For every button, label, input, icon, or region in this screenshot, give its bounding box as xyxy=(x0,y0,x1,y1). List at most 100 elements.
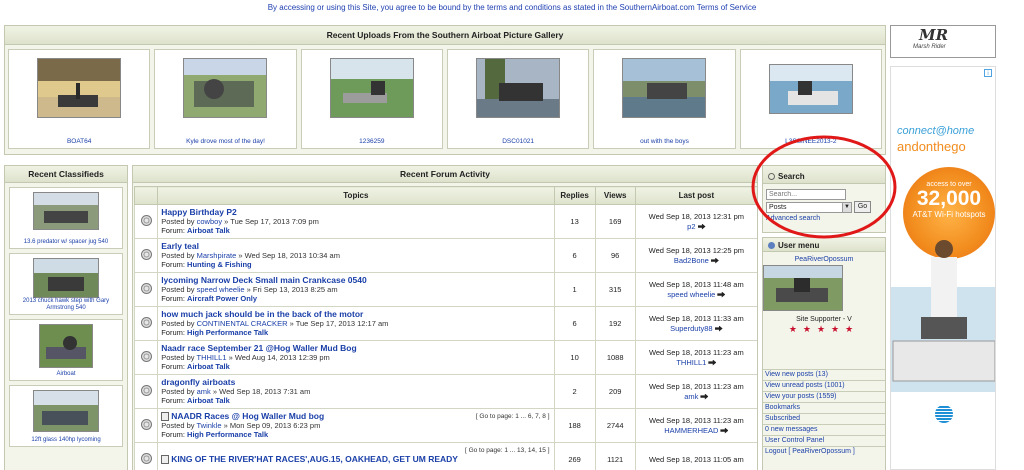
gallery-caption[interactable]: BOAT64 xyxy=(9,138,149,145)
topic-title-link[interactable]: Early teal xyxy=(161,241,199,251)
last-post-user-link[interactable]: THHILL1 xyxy=(676,358,706,367)
gallery-caption[interactable]: L3SSINEE2013-2 xyxy=(741,138,881,145)
topic-title-link[interactable]: Naadr race September 21 @Hog Waller Mud … xyxy=(161,343,357,353)
go-to-post-icon[interactable] xyxy=(717,291,726,298)
forum-link[interactable]: Aircraft Power Only xyxy=(187,294,257,303)
forum-link[interactable]: Hunting & Fishing xyxy=(187,260,252,269)
last-post-user-link[interactable]: p2 xyxy=(687,222,695,231)
last-post-user-link[interactable]: Bad2Bone xyxy=(674,256,709,265)
forum-link[interactable]: High Performance Talk xyxy=(187,328,268,337)
topic-author-link[interactable]: Twinkle xyxy=(197,421,222,430)
goto-page[interactable]: [ Go to page: 1 ... 13, 14, 15 ] xyxy=(465,446,550,455)
classified-thumbnail[interactable] xyxy=(33,258,99,298)
marsh-rider-logo[interactable]: MR Marsh Rider xyxy=(890,25,996,58)
classified-item[interactable]: 13.6 predator w/ spacer jug 540 xyxy=(9,187,123,249)
topic-title-link[interactable]: lycoming Narrow Deck Small main Crankcas… xyxy=(161,275,367,285)
subscribed-link[interactable]: Subscribed xyxy=(763,413,885,424)
user-control-panel-link[interactable]: User Control Panel xyxy=(763,435,885,446)
search-go-button[interactable]: Go xyxy=(854,201,871,213)
chevron-down-icon[interactable]: ▼ xyxy=(842,203,851,212)
last-post-user-link[interactable]: speed wheelie xyxy=(667,290,715,299)
topic-status-icon xyxy=(133,306,159,341)
topic-author-link[interactable]: amk xyxy=(197,387,211,396)
go-to-post-icon[interactable] xyxy=(697,223,706,230)
go-to-post-icon[interactable] xyxy=(708,359,717,366)
topic-title-link[interactable]: KING OF THE RIVER'HAT RACES',AUG.15, OAK… xyxy=(171,454,458,464)
view-new-posts-link[interactable]: View new posts (13) xyxy=(763,369,885,380)
gallery-thumbnail[interactable] xyxy=(183,58,268,118)
gallery-caption[interactable]: out with the boys xyxy=(594,138,734,145)
att-advertisement[interactable]: i connect@home andonthego access to over… xyxy=(890,66,996,470)
topic-author-link[interactable]: speed wheelie xyxy=(197,285,245,294)
classified-caption[interactable]: Airboat xyxy=(10,371,122,378)
gallery-caption[interactable]: Kyle drove most of the day! xyxy=(155,138,295,145)
replies-count: 1 xyxy=(553,272,596,307)
topic-author-link[interactable]: CONTINENTAL CRACKER xyxy=(197,319,288,328)
classified-item[interactable]: 2013 chuck hawk step with Gary Armstrong… xyxy=(9,253,123,315)
classified-caption[interactable]: 12ft glass 140hp lycoming xyxy=(10,437,122,444)
gallery-item[interactable]: Kyle drove most of the day! xyxy=(154,49,297,149)
last-post-cell: Wed Sep 18, 2013 12:25 pm Bad2Bone xyxy=(634,238,757,273)
go-to-post-icon[interactable] xyxy=(714,325,723,332)
view-unread-posts-link[interactable]: View unread posts (1001) xyxy=(763,380,885,391)
advanced-search-link[interactable]: Advanced search xyxy=(766,215,820,222)
gallery-item[interactable]: 1236259 xyxy=(300,49,443,149)
forum-link[interactable]: Airboat Talk xyxy=(187,396,230,405)
gallery-item[interactable]: BOAT64 xyxy=(8,49,151,149)
classified-thumbnail[interactable] xyxy=(33,192,99,230)
go-to-post-icon[interactable] xyxy=(710,257,719,264)
last-post-date: Wed Sep 18, 2013 11:05 am xyxy=(648,454,744,464)
topic-author-link[interactable]: cowboy xyxy=(197,217,222,226)
go-to-post-icon[interactable] xyxy=(720,427,729,434)
forum-row: how much jack should be in the back of t… xyxy=(133,306,757,341)
topic-title-link[interactable]: NAADR Races @ Hog Waller Mud bog xyxy=(171,411,324,421)
avatar[interactable] xyxy=(763,265,844,312)
gallery-thumbnail[interactable] xyxy=(476,58,561,118)
goto-page[interactable]: [ Go to page: 1 ... 6, 7, 8 ] xyxy=(476,412,550,421)
topic-icon xyxy=(140,283,152,294)
topic-title-link[interactable]: how much jack should be in the back of t… xyxy=(161,309,363,319)
search-scope-select[interactable]: Posts ▼ xyxy=(766,202,852,213)
search-input[interactable] xyxy=(766,189,846,200)
username-link[interactable]: PeaRiverOpossum xyxy=(763,256,885,263)
gallery-item[interactable]: out with the boys xyxy=(593,49,736,149)
topic-title-link[interactable]: dragonfly airboats xyxy=(161,377,235,387)
col-topics: Topics xyxy=(157,186,555,205)
gallery-item[interactable]: L3SSINEE2013-2 xyxy=(739,49,882,149)
topic-title-link[interactable]: Happy Birthday P2 xyxy=(161,207,237,217)
forum-link[interactable]: Airboat Talk xyxy=(187,362,230,371)
gallery-caption[interactable]: 1236259 xyxy=(302,138,442,145)
classified-caption[interactable]: 2013 chuck hawk step with Gary Armstrong… xyxy=(10,298,122,312)
gallery-thumbnail[interactable] xyxy=(37,58,122,118)
gallery-caption[interactable]: DSC01021 xyxy=(448,138,588,145)
classified-caption[interactable]: 13.6 predator w/ spacer jug 540 xyxy=(10,239,122,246)
topic-meta: Posted by CONTINENTAL CRACKER » Tue Sep … xyxy=(161,319,553,328)
new-messages-link[interactable]: 0 new messages xyxy=(763,424,885,435)
gallery-thumbnail[interactable] xyxy=(329,58,414,118)
last-post-user-link[interactable]: HAMMERHEAD xyxy=(664,426,718,435)
last-post-user-link[interactable]: amk xyxy=(684,392,698,401)
forum-label: Forum: xyxy=(161,362,188,371)
topic-forum: Forum: High Performance Talk xyxy=(161,430,553,439)
forum-row: dragonfly airboats Posted by amk » Wed Se… xyxy=(133,374,757,409)
classified-item[interactable]: 12ft glass 140hp lycoming xyxy=(9,385,123,447)
posted-by-label: Posted by xyxy=(161,285,197,294)
topic-author-link[interactable]: THHILL1 xyxy=(197,353,227,362)
posted-by-label: Posted by xyxy=(161,251,197,260)
forum-link[interactable]: Airboat Talk xyxy=(187,226,230,235)
gallery-thumbnail[interactable] xyxy=(622,58,707,118)
bookmarks-link[interactable]: Bookmarks xyxy=(763,402,885,413)
topic-author-link[interactable]: Marshpirate xyxy=(197,251,237,260)
classified-thumbnail[interactable] xyxy=(39,324,93,368)
gallery-thumbnail[interactable] xyxy=(768,64,853,114)
last-post-date: Wed Sep 18, 2013 12:25 pm xyxy=(648,245,745,255)
go-to-post-icon[interactable] xyxy=(700,393,709,400)
last-post-user-link[interactable]: Superduty88 xyxy=(670,324,713,333)
classified-thumbnail[interactable] xyxy=(33,390,99,432)
view-your-posts-link[interactable]: View your posts (1559) xyxy=(763,391,885,402)
ad-info-icon[interactable]: i xyxy=(984,69,992,77)
gallery-item[interactable]: DSC01021 xyxy=(446,49,590,149)
logout-link[interactable]: Logout [ PeaRiverOpossum ] xyxy=(763,446,885,457)
classified-item[interactable]: Airboat xyxy=(9,319,123,381)
forum-link[interactable]: High Performance Talk xyxy=(187,430,268,439)
